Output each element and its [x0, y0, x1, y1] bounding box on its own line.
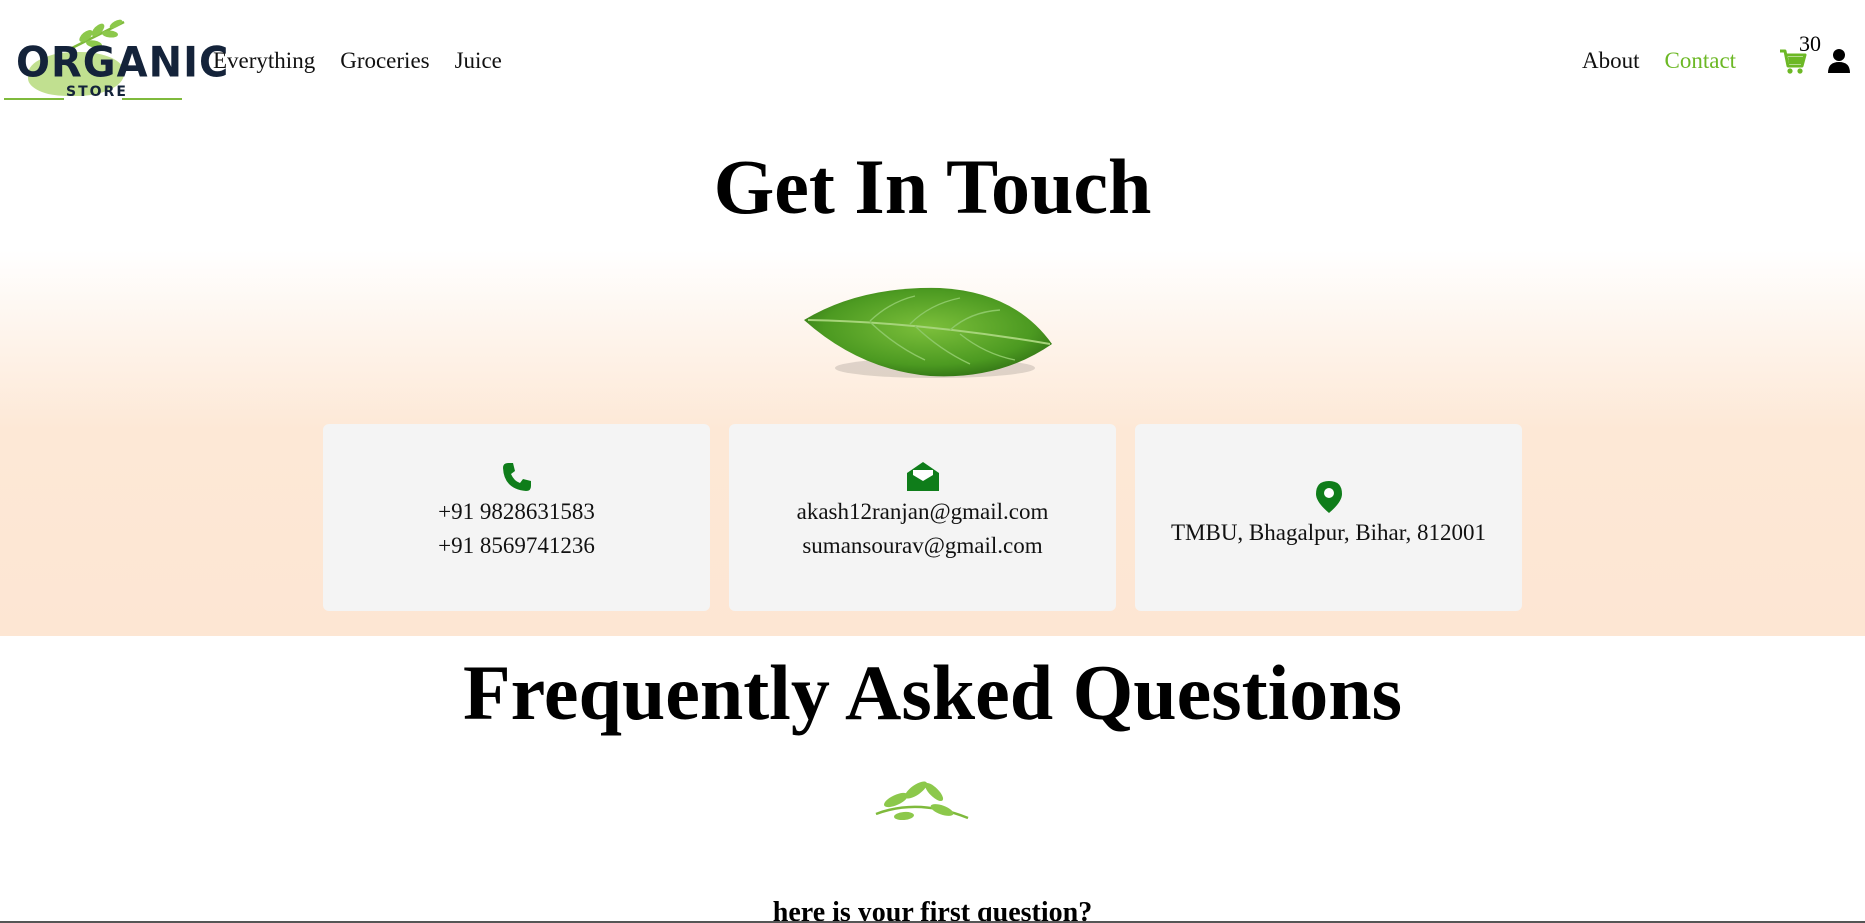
faq-question-1[interactable]: here is your first question? — [0, 897, 1865, 923]
address-text: TMBU, Bhagalpur, Bihar, 812001 — [1170, 520, 1486, 545]
nav-juice[interactable]: Juice — [455, 48, 502, 74]
primary-nav: Everything Groceries Juice — [213, 48, 502, 74]
envelope-open-icon — [906, 462, 939, 491]
phone-icon — [502, 463, 531, 491]
phone-card: +91 9828631583 +91 8569741236 — [323, 424, 710, 611]
faq-title: Frequently Asked Questions — [462, 649, 1403, 736]
basil-leaf-image — [804, 287, 1052, 378]
logo-underline — [122, 98, 182, 100]
logo-word: ORGANIC — [16, 38, 230, 88]
organic-store-logo[interactable]: ORGANIC STORE — [0, 12, 228, 104]
phone-number-2[interactable]: +91 8569741236 — [323, 533, 710, 559]
secondary-nav: About Contact — [1582, 48, 1736, 74]
user-icon[interactable] — [1828, 48, 1850, 74]
address-card: TMBU, Bhagalpur, Bihar, 812001 — [1135, 424, 1522, 611]
phone-number-1[interactable]: +91 9828631583 — [323, 499, 710, 525]
get-in-touch-title: Get In Touch — [713, 143, 1152, 230]
logo-sub: STORE — [66, 84, 128, 100]
cart-count-badge: 30 — [1799, 31, 1821, 56]
email-address-1[interactable]: akash12ranjan@gmail.com — [729, 499, 1116, 525]
nav-about[interactable]: About — [1582, 48, 1640, 74]
nav-everything[interactable]: Everything — [213, 48, 315, 74]
leaf-sprig-icon — [875, 781, 969, 820]
logo-underline — [4, 98, 64, 100]
email-card: akash12ranjan@gmail.com sumansourav@gmai… — [729, 424, 1116, 611]
email-address-2[interactable]: sumansourav@gmail.com — [729, 533, 1116, 559]
nav-contact[interactable]: Contact — [1665, 48, 1737, 74]
site-header: ORGANIC STORE Everything Groceries Juice… — [0, 0, 1865, 110]
nav-groceries[interactable]: Groceries — [340, 48, 429, 74]
location-pin-icon — [1315, 481, 1342, 513]
